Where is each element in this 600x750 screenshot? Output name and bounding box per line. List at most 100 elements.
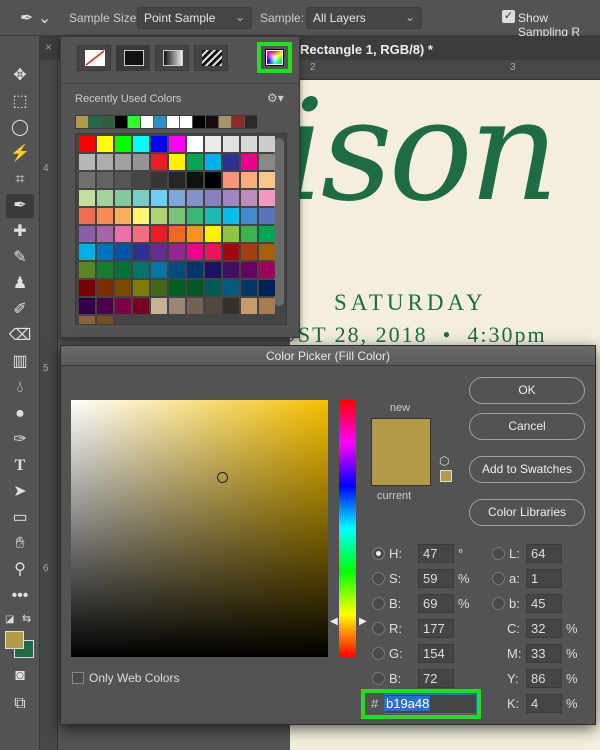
hue-slider-right-arrow[interactable]: ▶: [359, 616, 367, 627]
radio-h[interactable]: [372, 547, 385, 560]
color-swatch[interactable]: [97, 280, 113, 296]
brush-tool-icon[interactable]: ✎: [6, 246, 34, 270]
hex-input[interactable]: b19a48: [384, 694, 477, 714]
color-swatch[interactable]: [133, 154, 149, 170]
pen-tool-icon[interactable]: ✑: [6, 428, 34, 452]
color-swatch[interactable]: [205, 298, 221, 314]
color-swatch[interactable]: [259, 298, 275, 314]
radio-g[interactable]: [372, 647, 385, 660]
color-swatch[interactable]: [169, 154, 185, 170]
only-web-colors-checkbox[interactable]: [72, 672, 84, 684]
color-swatch[interactable]: [97, 136, 113, 152]
color-swatch[interactable]: [223, 190, 239, 206]
color-swatch[interactable]: [97, 316, 113, 324]
color-swatch[interactable]: [223, 154, 239, 170]
color-swatch[interactable]: [187, 244, 203, 260]
color-swatch[interactable]: [169, 136, 185, 152]
field-m[interactable]: 33: [526, 644, 562, 663]
color-swatch[interactable]: [259, 154, 275, 170]
color-swatch[interactable]: [79, 244, 95, 260]
field-b[interactable]: 69: [418, 594, 454, 613]
field-b[interactable]: 45: [526, 594, 562, 613]
field-a[interactable]: 1: [526, 569, 562, 588]
color-swatch[interactable]: [151, 172, 167, 188]
blur-tool-icon[interactable]: 💧︎: [6, 376, 34, 400]
color-swatch[interactable]: [241, 262, 257, 278]
recent-color-swatch[interactable]: [167, 116, 179, 128]
color-swatch[interactable]: [151, 154, 167, 170]
color-swatch[interactable]: [187, 136, 203, 152]
color-swatch[interactable]: [133, 244, 149, 260]
color-swatch[interactable]: [223, 244, 239, 260]
color-swatch[interactable]: [241, 154, 257, 170]
color-swatch[interactable]: [115, 298, 131, 314]
color-swatch[interactable]: [169, 208, 185, 224]
color-swatch[interactable]: [187, 172, 203, 188]
radio-b[interactable]: [492, 597, 505, 610]
color-swatch[interactable]: [223, 136, 239, 152]
color-swatch[interactable]: [151, 226, 167, 242]
move-tool-icon[interactable]: ✥: [6, 64, 34, 88]
recent-color-swatch[interactable]: [115, 116, 127, 128]
color-swatch[interactable]: [205, 280, 221, 296]
color-swatch[interactable]: [241, 226, 257, 242]
color-swatch[interactable]: [151, 262, 167, 278]
color-swatch[interactable]: [205, 154, 221, 170]
hand-tool-icon[interactable]: ✋︎: [6, 532, 34, 556]
sample-size-select[interactable]: Point Sample ⌄: [137, 7, 252, 29]
history-brush-tool-icon[interactable]: ✐: [6, 298, 34, 322]
radio-a[interactable]: [492, 572, 505, 585]
color-swatch[interactable]: [223, 280, 239, 296]
color-swatch[interactable]: [115, 226, 131, 242]
color-swatch[interactable]: [187, 190, 203, 206]
color-swatch[interactable]: [79, 154, 95, 170]
color-libraries-button[interactable]: Color Libraries: [469, 499, 585, 526]
saturation-brightness-field[interactable]: [71, 400, 328, 657]
color-swatch[interactable]: [205, 136, 221, 152]
color-swatch[interactable]: [241, 280, 257, 296]
web-safe-color-swatch[interactable]: [440, 470, 452, 482]
color-field-cursor[interactable]: [217, 472, 228, 483]
color-swatch[interactable]: [205, 262, 221, 278]
marquee-tool-icon[interactable]: ⬚: [6, 90, 34, 114]
color-swatch[interactable]: [133, 226, 149, 242]
path-selection-tool-icon[interactable]: ➤: [6, 480, 34, 504]
color-swatch[interactable]: [241, 244, 257, 260]
default-colors-icon[interactable]: ◪: [5, 614, 14, 625]
color-swatch[interactable]: [205, 208, 221, 224]
color-swatch[interactable]: [79, 190, 95, 206]
color-swatch[interactable]: [259, 244, 275, 260]
stamp-tool-icon[interactable]: ♟: [6, 272, 34, 296]
color-swatch[interactable]: [259, 172, 275, 188]
field-c[interactable]: 32: [526, 619, 562, 638]
radio-L[interactable]: [492, 547, 505, 560]
recent-color-swatch[interactable]: [128, 116, 140, 128]
color-swatch[interactable]: [115, 262, 131, 278]
color-swatch[interactable]: [97, 226, 113, 242]
crop-tool-icon[interactable]: ⌗: [6, 168, 34, 192]
field-g[interactable]: 154: [418, 644, 454, 663]
hue-slider[interactable]: [339, 400, 356, 657]
eraser-tool-icon[interactable]: ⌫: [6, 324, 34, 348]
color-swatch[interactable]: [151, 208, 167, 224]
color-swatch[interactable]: [241, 172, 257, 188]
color-swatch[interactable]: [151, 190, 167, 206]
color-swatch[interactable]: [133, 136, 149, 152]
cancel-button[interactable]: Cancel: [469, 413, 585, 440]
color-swatch[interactable]: [169, 190, 185, 206]
color-swatch[interactable]: [97, 208, 113, 224]
color-swatch[interactable]: [187, 262, 203, 278]
color-swatch[interactable]: [97, 154, 113, 170]
zoom-tool-icon[interactable]: ⚲: [6, 558, 34, 582]
sample-select[interactable]: All Layers ⌄: [306, 7, 422, 29]
color-swatch[interactable]: [115, 154, 131, 170]
color-swatch[interactable]: [79, 208, 95, 224]
foreground-color-swatch[interactable]: [5, 631, 24, 649]
color-swatch[interactable]: [151, 244, 167, 260]
color-picker-button[interactable]: [257, 42, 292, 73]
gradient-button[interactable]: [155, 45, 189, 71]
color-swatch[interactable]: [79, 226, 95, 242]
quick-mask-icon[interactable]: ◙: [6, 664, 34, 688]
color-swatch[interactable]: [97, 190, 113, 206]
magic-wand-tool-icon[interactable]: ⚡: [6, 142, 34, 166]
